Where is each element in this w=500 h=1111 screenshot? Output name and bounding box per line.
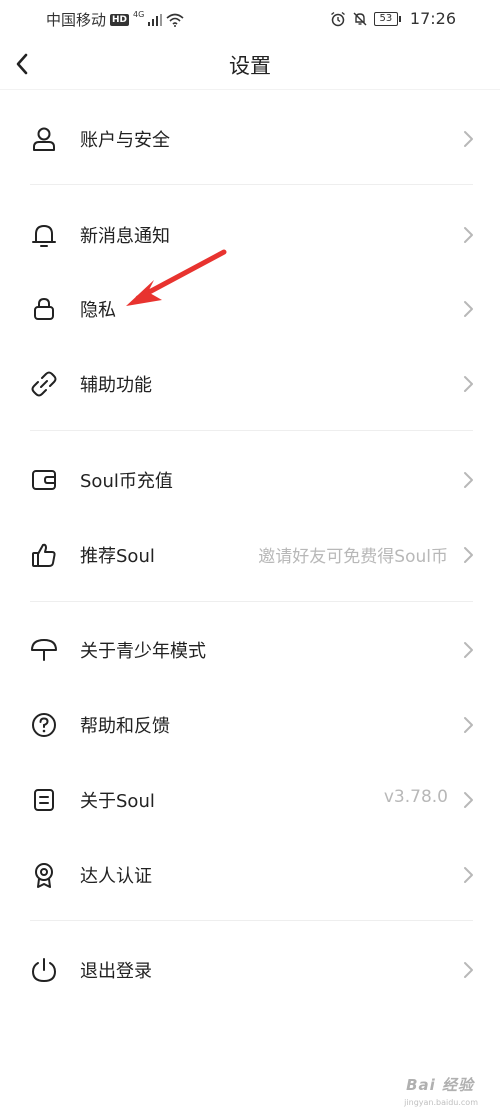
menu-item-notifications[interactable]: 新消息通知 (0, 207, 500, 263)
chevron-right-icon (462, 297, 476, 321)
menu-item-label: 推荐Soul (80, 546, 155, 567)
watermark-url: jingyan.baidu.com (404, 1098, 478, 1107)
nav-bar: 设置 (0, 38, 500, 90)
divider (30, 920, 473, 921)
network-type: 4G (133, 10, 145, 19)
chevron-right-icon (462, 958, 476, 982)
chevron-right-icon (462, 713, 476, 737)
user-icon (28, 123, 60, 155)
chevron-right-icon (462, 468, 476, 492)
invite-hint-text: 邀请好友可免费得Soul币 (258, 547, 448, 567)
mute-icon (353, 12, 367, 25)
divider (30, 430, 473, 431)
status-bar: 中国移动 HD 4G 53 17:26 (0, 0, 500, 38)
menu-item-account-security[interactable]: 账户与安全 (0, 111, 500, 167)
power-icon (28, 954, 60, 986)
menu-item-label: 帮助和反馈 (80, 716, 170, 737)
chevron-right-icon (462, 223, 476, 247)
menu-item-label: 退出登录 (80, 961, 152, 982)
umbrella-icon (28, 634, 60, 666)
menu-item-accessibility[interactable]: 辅助功能 (0, 356, 500, 412)
annotation-arrow-icon (126, 249, 227, 306)
divider (30, 184, 473, 185)
document-icon (28, 784, 60, 816)
menu-item-expert-verification[interactable]: 达人认证 (0, 847, 500, 903)
menu-item-help-feedback[interactable]: 帮助和反馈 (0, 697, 500, 753)
bell-icon (28, 219, 60, 251)
chevron-right-icon (462, 372, 476, 396)
menu-item-label: 新消息通知 (80, 226, 170, 247)
page-title: 设置 (229, 54, 271, 78)
lock-icon (28, 293, 60, 325)
menu-item-label: 账户与安全 (80, 130, 170, 151)
chevron-right-icon (462, 638, 476, 662)
thumbs-up-icon (28, 539, 60, 571)
wallet-icon (28, 464, 60, 496)
menu-item-label: 达人认证 (80, 866, 152, 887)
alarm-icon (330, 11, 345, 26)
signal-icon (148, 13, 163, 26)
hd-badge: HD (110, 13, 130, 26)
menu-item-logout[interactable]: 退出登录 (0, 942, 500, 998)
battery-level: 53 (373, 11, 401, 26)
version-text: v3.78.0 (383, 787, 448, 807)
menu-item-soul-coin-recharge[interactable]: Soul币充值 (0, 452, 500, 508)
menu-item-label: Soul币充值 (80, 471, 173, 492)
menu-item-label: 关于Soul (80, 791, 155, 812)
chevron-right-icon (462, 788, 476, 812)
menu-item-recommend-soul[interactable]: 推荐Soul 邀请好友可免费得Soul币 (0, 527, 500, 583)
help-icon (28, 709, 60, 741)
carrier-name: 中国移动 (46, 11, 107, 29)
menu-item-teen-mode[interactable]: 关于青少年模式 (0, 622, 500, 678)
menu-item-privacy[interactable]: 隐私 (0, 281, 500, 337)
wifi-icon (166, 13, 184, 27)
menu-item-about-soul[interactable]: 关于Soul v3.78.0 (0, 772, 500, 828)
divider (30, 601, 473, 602)
chevron-right-icon (462, 863, 476, 887)
watermark-logo: Bai 经验 (406, 1076, 474, 1094)
clock: 17:26 (409, 9, 456, 28)
divider (0, 89, 500, 90)
menu-item-label: 辅助功能 (80, 375, 152, 396)
menu-item-label: 隐私 (80, 300, 116, 321)
menu-item-label: 关于青少年模式 (80, 641, 206, 662)
badge-icon (28, 859, 60, 891)
chevron-right-icon (462, 127, 476, 151)
chevron-right-icon (462, 543, 476, 567)
link-icon (28, 368, 60, 400)
